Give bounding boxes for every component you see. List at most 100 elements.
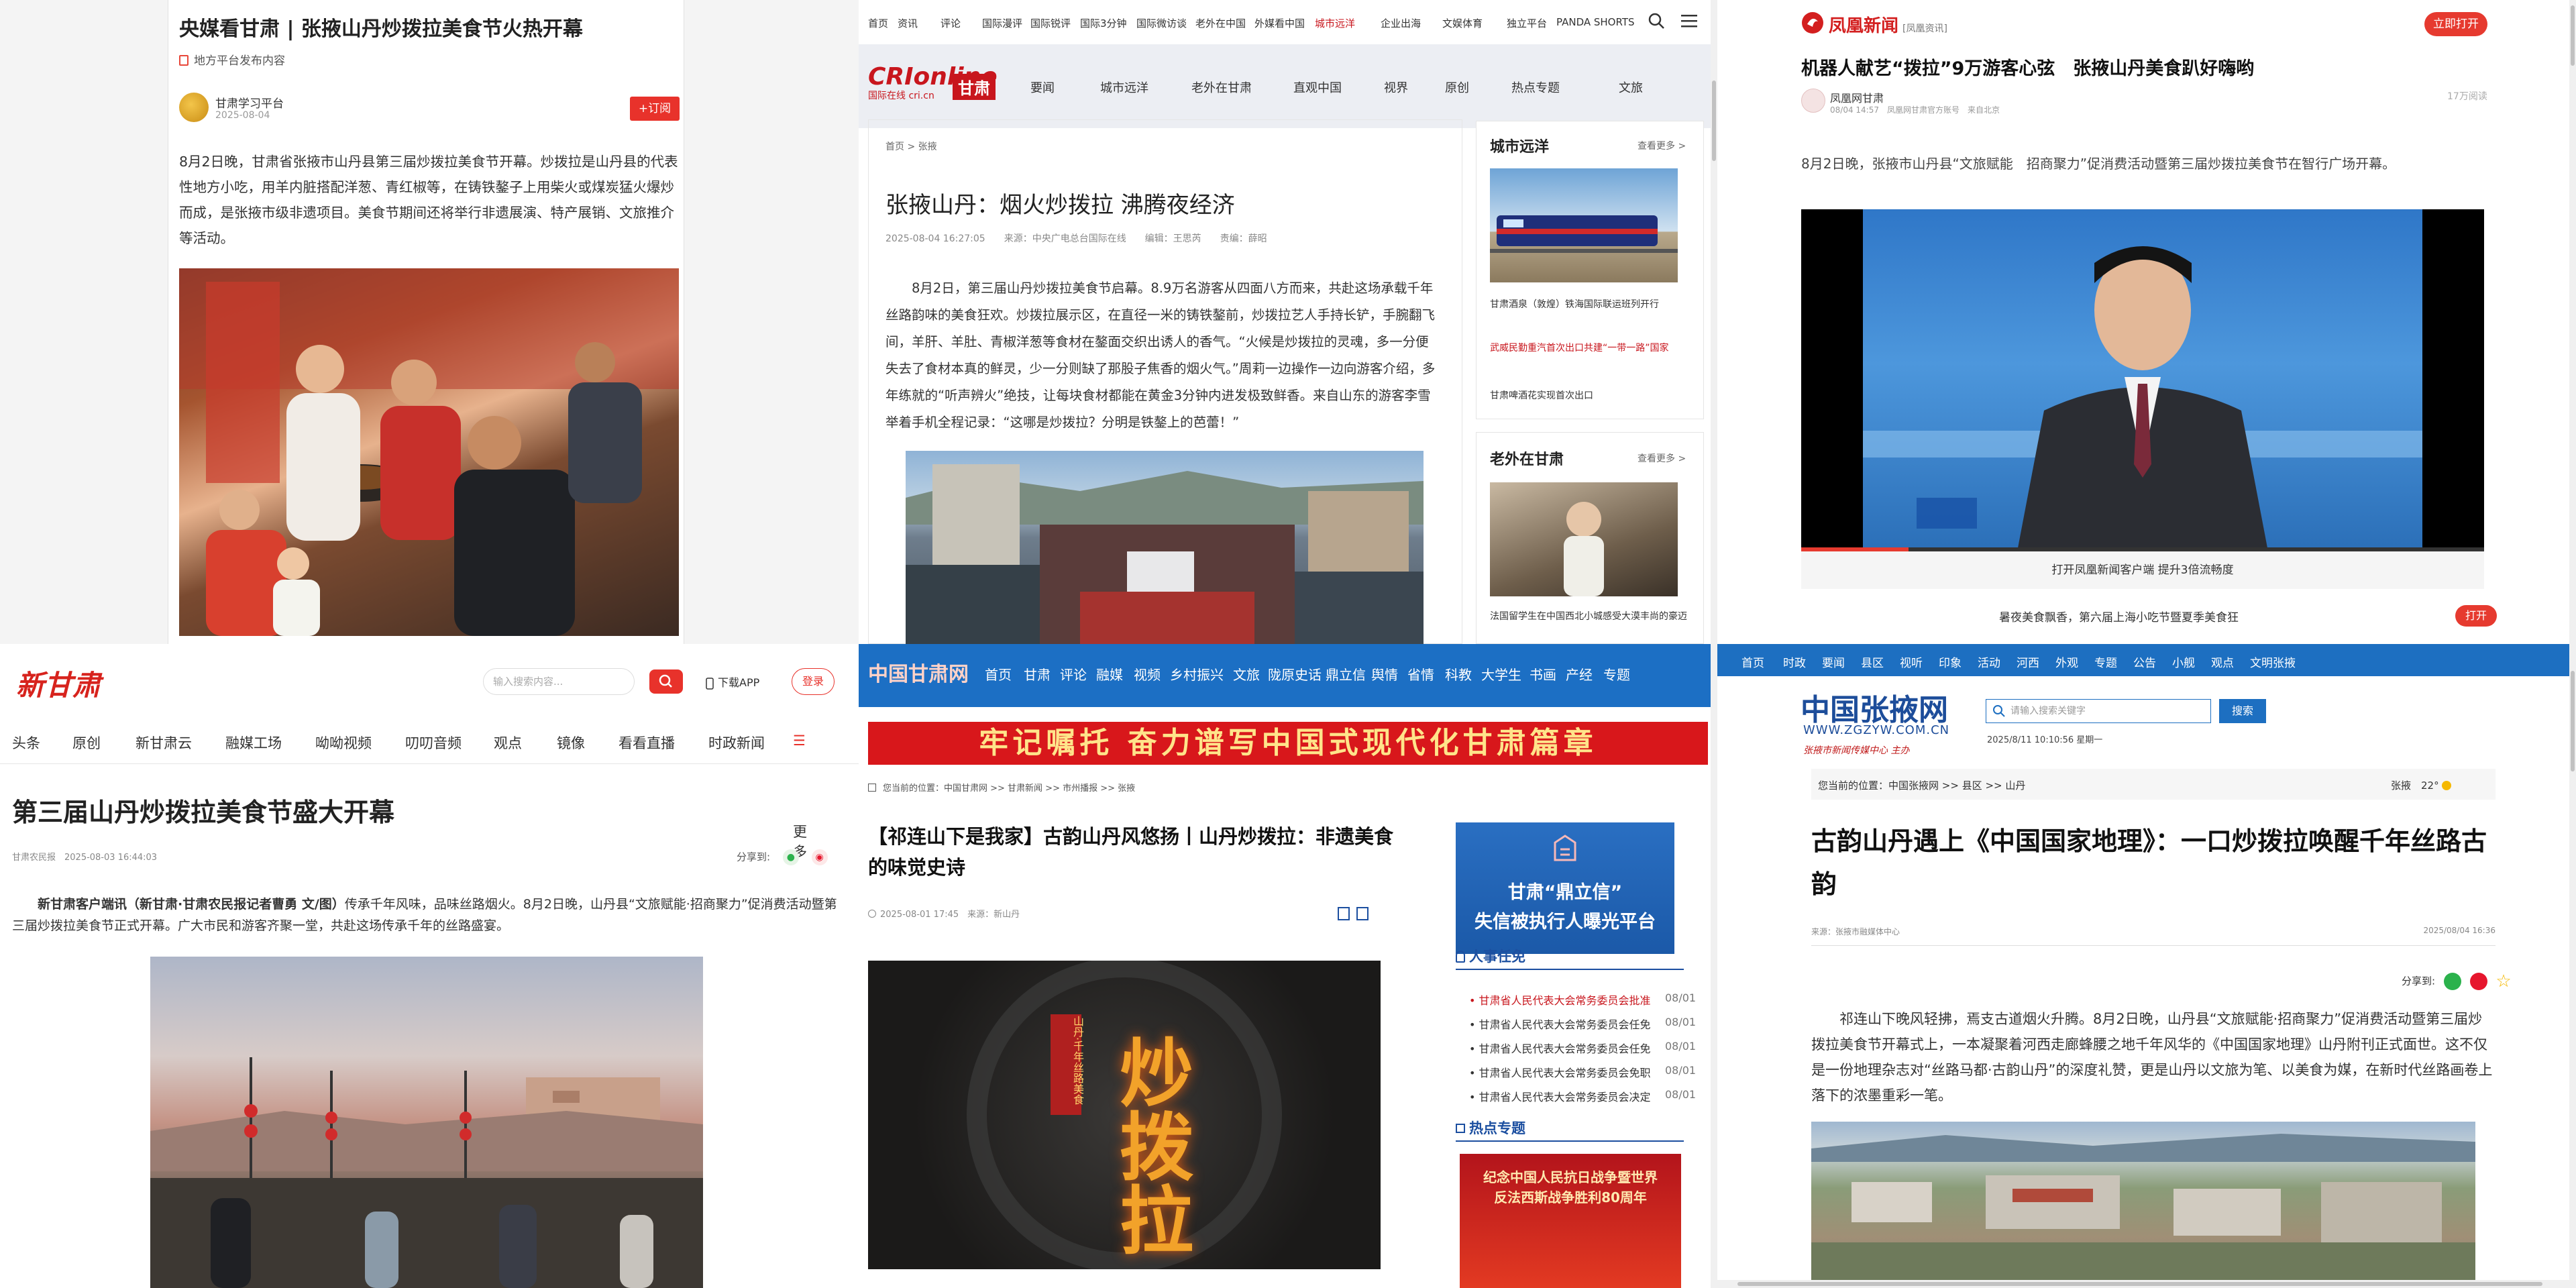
top-nav-item[interactable]: 独立平台 — [1507, 16, 1547, 30]
nav-item[interactable]: 视听 — [1900, 653, 1923, 670]
video-caption[interactable]: 打开凤凰新闻客户端 提升3倍流畅度 — [1801, 551, 2484, 589]
scrollbar[interactable] — [2569, 644, 2576, 1288]
article-video[interactable]: 山丹·千年丝路美食 炒拨拉 — [868, 961, 1381, 1269]
hr-item[interactable]: • 甘肃省人民代表大会常务委员会批准 08/01 — [1469, 991, 1696, 1008]
channel-item[interactable]: 要闻 — [1030, 78, 1055, 96]
sidebar-link-red[interactable]: 武威民勤重汽首次出口共建“一带一路”国家 — [1490, 340, 1691, 356]
nav-item[interactable]: 甘肃 — [1024, 664, 1051, 684]
search-button[interactable]: 搜索 — [2219, 699, 2266, 723]
nav-item[interactable]: 融媒工场 — [225, 733, 282, 753]
account-name[interactable]: 甘肃学习平台 — [215, 94, 284, 111]
open-app-button[interactable]: 立即打开 — [2424, 12, 2487, 36]
avatar[interactable] — [1801, 89, 1825, 113]
nav-item[interactable]: 专题 — [2094, 653, 2117, 670]
nav-item[interactable]: 陇原史话 — [1268, 664, 1322, 684]
weibo-icon[interactable]: ◉ — [811, 849, 828, 865]
scrollbar[interactable] — [1711, 0, 1717, 644]
hr-item[interactable]: • 甘肃省人民代表大会常务委员会任免 08/01 — [1469, 1016, 1696, 1032]
slogan-banner[interactable]: 牢记嘱托 奋力谱写中国式现代化甘肃篇章 — [868, 722, 1708, 765]
subscribe-button[interactable]: +订阅 — [630, 97, 680, 121]
breadcrumb[interactable]: 您当前的位置：中国张掖网 >> 县区 >> 山丹 — [1818, 778, 2025, 792]
nav-item[interactable]: 视频 — [1134, 664, 1161, 684]
nav-item[interactable]: 头条 — [12, 733, 40, 753]
channel-item[interactable]: 原创 — [1445, 78, 1469, 96]
scrollbar[interactable] — [2569, 0, 2576, 644]
nav-item[interactable]: 公告 — [2133, 653, 2156, 670]
zgzyw-logo[interactable]: 中国张掖网 — [1801, 686, 1948, 729]
nav-item[interactable]: 观点 — [2211, 653, 2234, 670]
nav-item[interactable]: 书画 — [1529, 664, 1556, 684]
search-input[interactable]: 请输入搜索关键字 — [1986, 699, 2211, 723]
promo-text[interactable]: 暑夜美食飘香，第六届上海小吃节暨夏季美食狂 — [1999, 608, 2239, 625]
nav-item[interactable]: 省情 — [1407, 664, 1434, 684]
video-player[interactable] — [1801, 209, 2484, 551]
nav-item[interactable]: 看看直播 — [619, 733, 675, 753]
channel-item[interactable]: 直观中国 — [1293, 78, 1342, 96]
nav-item[interactable]: 专题 — [1603, 664, 1630, 684]
nav-item[interactable]: 河西 — [2017, 653, 2039, 670]
nav-item[interactable]: 要闻 — [1822, 653, 1845, 670]
hot-topic-banner[interactable]: 纪念中国人民抗日战争暨世界反法西斯战争胜利80周年 — [1460, 1154, 1681, 1288]
sidebar-link[interactable]: 甘肃啤酒花实现首次出口 — [1490, 388, 1593, 402]
share-icon[interactable] — [1356, 907, 1368, 920]
nav-item[interactable]: 产经 — [1566, 664, 1593, 684]
channel-item[interactable]: 文旅 — [1619, 78, 1643, 96]
nav-item[interactable]: 呦呦视频 — [315, 733, 372, 753]
menu-icon[interactable] — [1681, 13, 1697, 28]
nav-item[interactable]: 评论 — [1060, 664, 1087, 684]
top-nav-item[interactable]: 国际漫评 — [982, 16, 1022, 30]
login-button[interactable]: 登录 — [792, 668, 835, 695]
nav-item[interactable]: 首页 — [1741, 653, 1764, 670]
gscn-logo[interactable]: 中国甘肃网 — [868, 657, 969, 687]
hr-item[interactable]: • 甘肃省人民代表大会常务委员会任免 08/01 — [1469, 1040, 1696, 1056]
region-badge[interactable]: 甘肃 — [953, 74, 996, 100]
nav-item[interactable]: 舆情 — [1371, 664, 1398, 684]
print-icon[interactable] — [1338, 907, 1350, 920]
top-nav-item[interactable]: 首页 — [868, 16, 888, 30]
nav-item[interactable]: 活动 — [1978, 653, 2000, 670]
nav-item[interactable]: 文明张掖 — [2250, 653, 2296, 670]
nav-item[interactable]: 科教 — [1445, 664, 1472, 684]
nav-item[interactable]: 观点 — [494, 733, 522, 753]
nav-item[interactable]: 融媒 — [1096, 664, 1123, 684]
breadcrumb[interactable]: 您当前的位置：中国甘肃网 >> 甘肃新闻 >> 市州播报 >> 张掖 — [868, 781, 1135, 794]
top-nav-item[interactable]: 文娱体育 — [1442, 16, 1483, 30]
wechat-icon[interactable]: ● — [782, 849, 799, 865]
sidebar-caption[interactable]: 法国留学生在中国西北小城感受大漠丰尚的豪迈 — [1490, 608, 1691, 625]
channel-item[interactable]: 老外在甘肃 — [1191, 78, 1252, 96]
avatar[interactable] — [179, 93, 209, 122]
top-nav-item[interactable]: 资讯 — [898, 16, 918, 30]
top-nav-item[interactable]: 老外在中国 — [1195, 16, 1246, 30]
promo-open-button[interactable]: 打开 — [2455, 605, 2497, 627]
dinglixin-ad[interactable]: 甘肃“鼎立信” 失信被执行人曝光平台 — [1456, 822, 1674, 954]
nav-item[interactable]: 外观 — [2055, 653, 2078, 670]
top-nav-item[interactable]: 外媒看中国 — [1254, 16, 1305, 30]
nav-item[interactable]: 新甘肃云 — [136, 733, 192, 753]
nav-item[interactable]: 叨叨音频 — [405, 733, 462, 753]
xingansu-logo[interactable]: 新甘肃 — [16, 663, 101, 704]
ifeng-logo[interactable]: 凤凰新闻 [凤凰资讯] — [1829, 12, 1947, 37]
weibo-icon[interactable] — [2469, 973, 2487, 990]
breadcrumb[interactable]: 首页 > 张掖 — [885, 140, 937, 153]
nav-item[interactable]: 镜像 — [557, 733, 585, 753]
nav-more[interactable]: 更多 ☰ — [793, 733, 807, 860]
search-button[interactable] — [649, 669, 683, 694]
nav-item[interactable]: 鼎立信 — [1326, 664, 1366, 684]
nav-item[interactable]: 时政 — [1783, 653, 1806, 670]
hr-item[interactable]: • 甘肃省人民代表大会常务委员会免职 08/01 — [1469, 1064, 1696, 1080]
scrollbar[interactable] — [1711, 644, 1717, 1288]
top-nav-item[interactable]: 评论 — [941, 16, 961, 30]
star-icon[interactable]: ☆ — [2496, 971, 2511, 991]
nav-item[interactable]: 印象 — [1939, 653, 1962, 670]
top-nav-item[interactable]: 国际3分钟 — [1080, 16, 1127, 30]
download-app-link[interactable]: 下载APP — [706, 674, 759, 690]
top-nav-item[interactable]: PANDA SHORTS — [1556, 16, 1635, 28]
wechat-icon[interactable] — [2443, 973, 2461, 990]
nav-item[interactable]: 原创 — [72, 733, 101, 753]
nav-item[interactable]: 大学生 — [1481, 664, 1521, 684]
nav-item[interactable]: 时政新闻 — [708, 733, 765, 753]
source-name[interactable]: 凤凰网甘肃 — [1830, 89, 1884, 105]
more-link[interactable]: 查看更多 > — [1638, 139, 1686, 152]
sidebar-caption[interactable]: 甘肃酒泉（敦煌）铁海国际联运班列开行 — [1490, 297, 1691, 311]
nav-item[interactable]: 首页 — [985, 664, 1012, 684]
